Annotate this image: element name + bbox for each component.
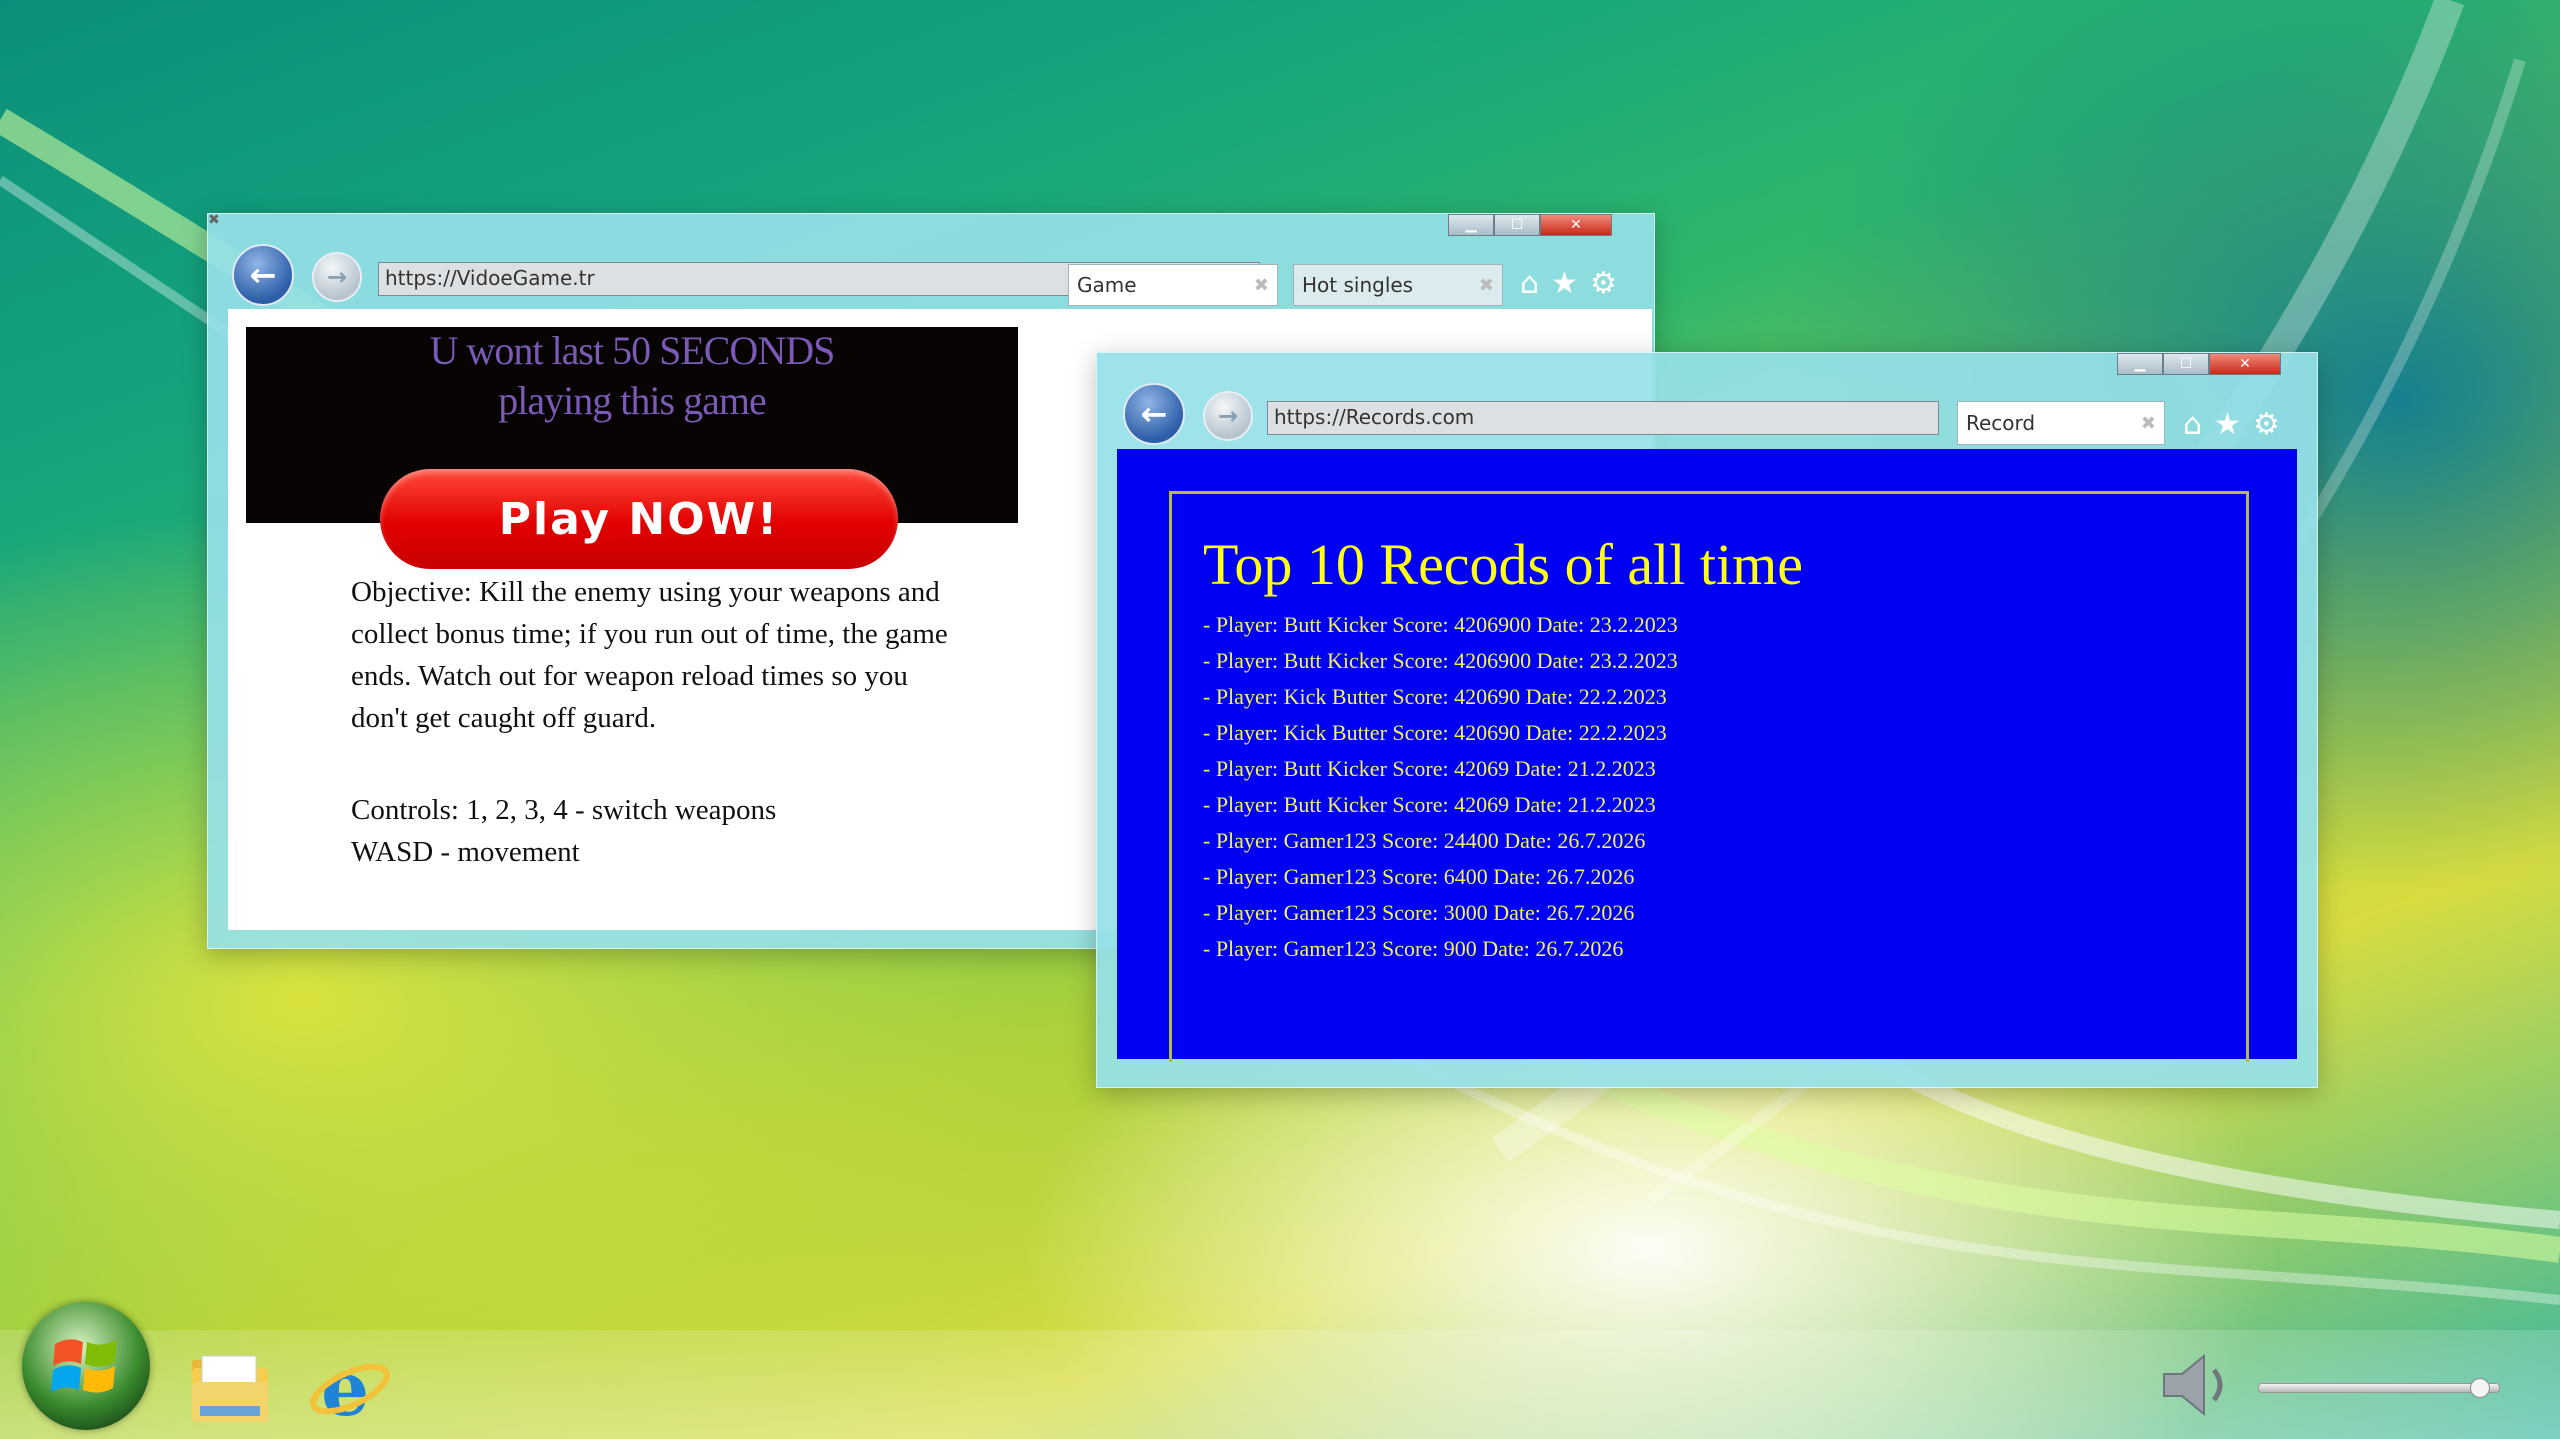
tab-hot-singles[interactable]: Hot singles ✖	[1293, 264, 1503, 306]
arrow-left-icon: ←	[1140, 395, 1168, 433]
back-button[interactable]: ←	[1123, 383, 1185, 445]
tab-game[interactable]: Game ✖	[1068, 264, 1278, 306]
records-page: Top 10 Recods of all time - Player: Butt…	[1117, 449, 2297, 1062]
windows-logo-icon	[51, 1339, 117, 1393]
volume-slider-thumb[interactable]	[2469, 1378, 2490, 1398]
list-item: - Player: Butt Kicker Score: 42069 Date:…	[1203, 792, 1656, 817]
play-now-button[interactable]: Play NOW!	[380, 469, 898, 569]
list-item: - Player: Butt Kicker Score: 4206900 Dat…	[1203, 612, 1678, 637]
records-list: - Player: Butt Kicker Score: 4206900 Dat…	[1203, 607, 1678, 967]
banner-headline: U wont last 50 SECONDS	[429, 328, 836, 373]
close-small-icon[interactable]: ✖	[208, 212, 220, 228]
controls-text: Controls: 1, 2, 3, 4 - switch weapons	[351, 794, 777, 826]
records-browser-window: ▁ ☐ ✕ ← → https://Records.com Record ✖ ⌂…	[1096, 352, 2318, 1088]
tab-record[interactable]: Record ✖	[1957, 401, 2165, 445]
maximize-button[interactable]: ☐	[1494, 214, 1540, 236]
gear-icon[interactable]: ⚙	[1590, 266, 1617, 301]
forward-button[interactable]: →	[1203, 391, 1253, 441]
close-button[interactable]: ✕	[1540, 214, 1612, 236]
close-tab-icon[interactable]: ✖	[2141, 413, 2156, 434]
address-bar[interactable]: https://Records.com	[1267, 401, 1939, 435]
arrow-right-icon: →	[326, 263, 348, 291]
movement-text: WASD - movement	[351, 836, 580, 868]
banner-subline: playing this game	[498, 378, 766, 423]
tab-label: Hot singles	[1302, 273, 1414, 297]
list-item: - Player: Gamer123 Score: 24400 Date: 26…	[1203, 828, 1646, 853]
objective-text: Objective: Kill the enemy using your wea…	[351, 576, 948, 734]
volume-slider[interactable]	[2258, 1378, 2500, 1398]
back-button[interactable]: ←	[232, 244, 294, 306]
svg-text:e: e	[321, 1345, 369, 1431]
close-tab-icon[interactable]: ✖	[1479, 275, 1494, 296]
close-tab-icon[interactable]: ✖	[1254, 275, 1269, 296]
minimize-button[interactable]: ▁	[1448, 214, 1494, 236]
arrow-right-icon: →	[1217, 402, 1239, 430]
list-item: - Player: Gamer123 Score: 6400 Date: 26.…	[1203, 864, 1635, 889]
home-icon[interactable]: ⌂	[2183, 407, 2202, 442]
start-button[interactable]	[22, 1302, 150, 1430]
maximize-button[interactable]: ☐	[2163, 353, 2209, 375]
star-icon[interactable]: ★	[2214, 407, 2241, 442]
home-icon[interactable]: ⌂	[1520, 266, 1539, 301]
close-button[interactable]: ✕	[2209, 353, 2281, 375]
list-item: - Player: Kick Butter Score: 420690 Date…	[1203, 684, 1667, 709]
list-item: - Player: Gamer123 Score: 900 Date: 26.7…	[1203, 936, 1624, 961]
star-icon[interactable]: ★	[1551, 266, 1578, 301]
speaker-icon[interactable]	[2160, 1350, 2240, 1420]
internet-explorer-icon[interactable]: e	[300, 1338, 400, 1438]
file-explorer-icon[interactable]	[180, 1338, 280, 1438]
list-item: - Player: Gamer123 Score: 3000 Date: 26.…	[1203, 900, 1635, 925]
tab-label: Game	[1077, 273, 1137, 297]
list-item: - Player: Butt Kicker Score: 42069 Date:…	[1203, 756, 1656, 781]
list-item: - Player: Kick Butter Score: 420690 Date…	[1203, 720, 1667, 745]
forward-button[interactable]: →	[312, 252, 362, 302]
page-title: Top 10 Recods of all time	[1203, 532, 1803, 597]
arrow-left-icon: ←	[249, 256, 277, 294]
list-item: - Player: Butt Kicker Score: 4206900 Dat…	[1203, 648, 1678, 673]
tab-label: Record	[1966, 411, 2036, 435]
minimize-button[interactable]: ▁	[2117, 353, 2163, 375]
gear-icon[interactable]: ⚙	[2253, 407, 2280, 442]
